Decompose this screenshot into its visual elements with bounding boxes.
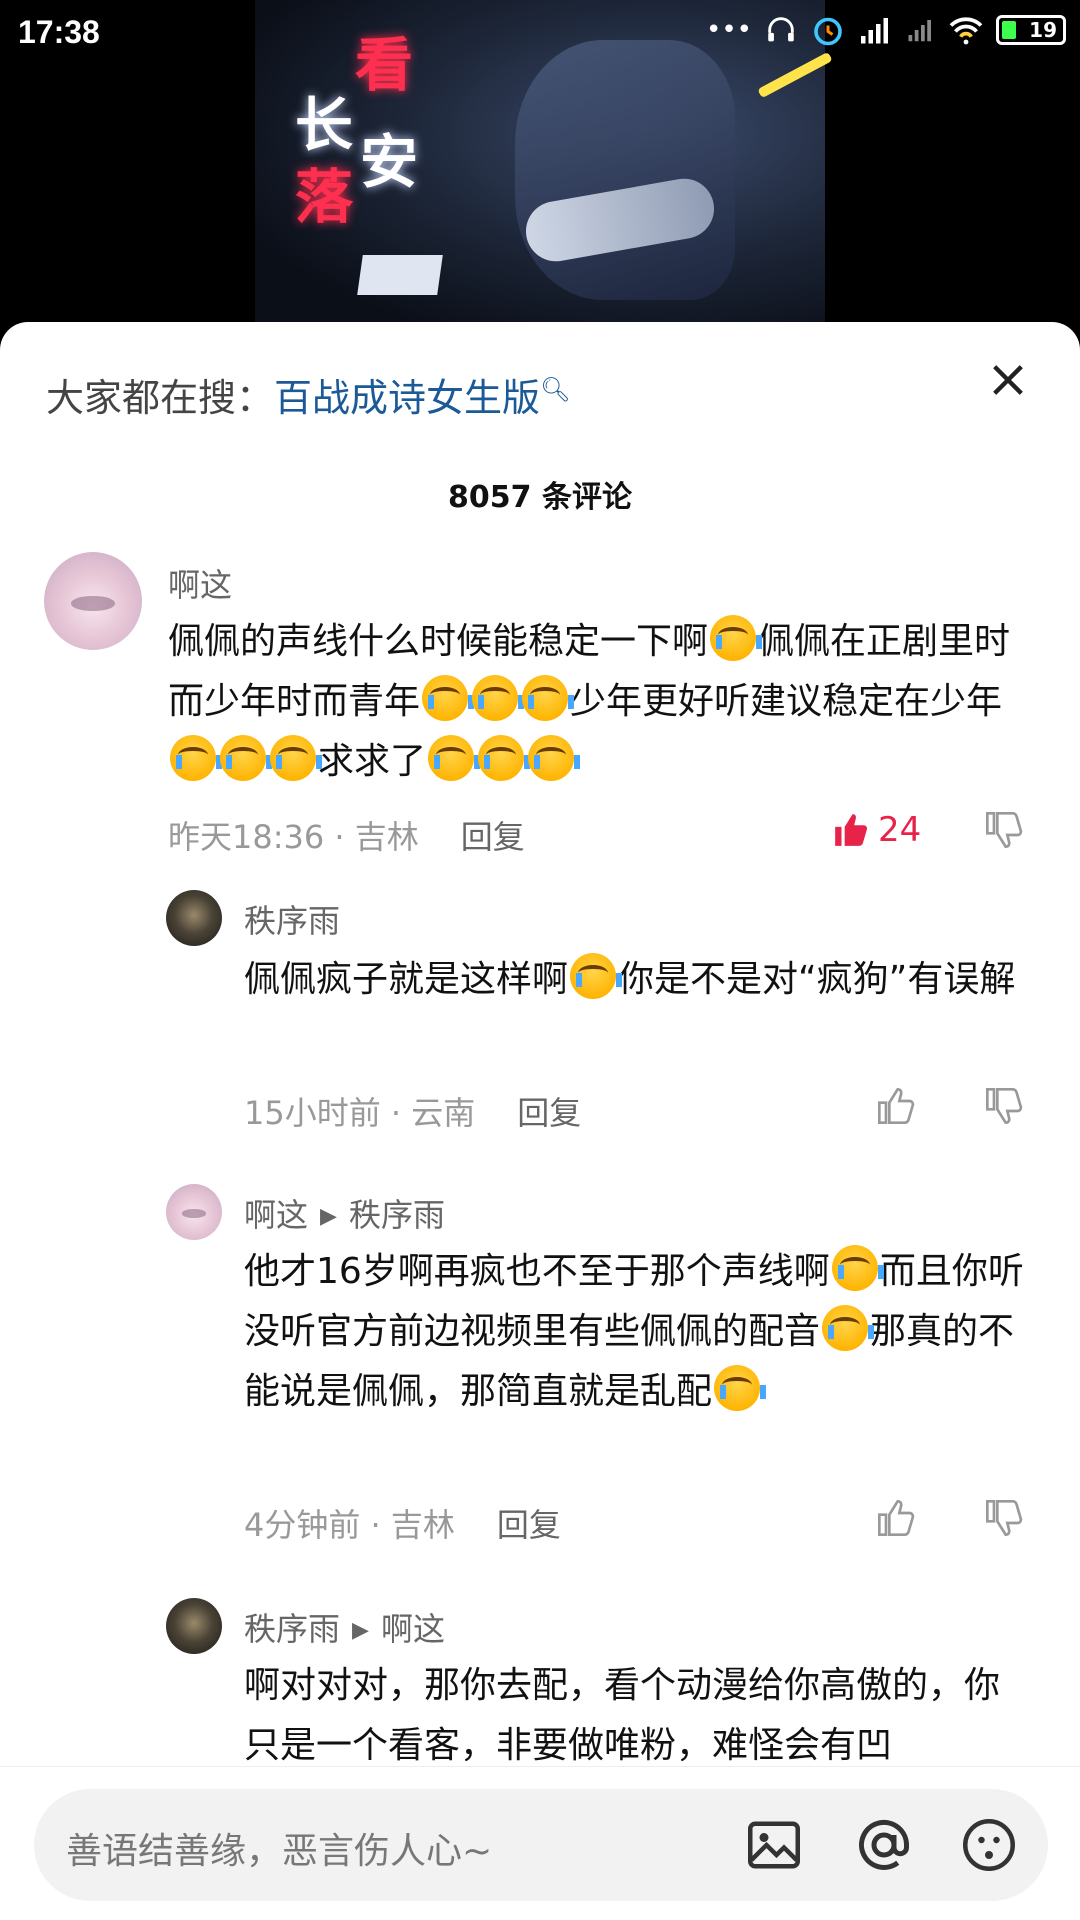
comment-input-bar: 善语结善缘，恶言伤人心~ xyxy=(0,1766,1080,1920)
close-button[interactable] xyxy=(988,360,1028,400)
search-suggestion[interactable]: 大家都在搜：百战成诗女生版🔍︎ xyxy=(46,367,571,422)
smiley-icon xyxy=(963,1819,1015,1871)
dislike-button[interactable] xyxy=(984,1086,1028,1130)
comment-username[interactable]: 秩序雨 xyxy=(244,896,340,942)
thumbs-down-icon xyxy=(986,812,1023,849)
crying-emoji-icon xyxy=(170,735,222,781)
reply-button[interactable]: 回复 xyxy=(517,1094,581,1132)
thumbs-up-filled-icon xyxy=(835,814,868,846)
comment-count: 8057 条评论 xyxy=(448,480,632,515)
like-count: 24 xyxy=(878,810,922,850)
comment-text: 佩佩疯子就是这样啊 你是不是对“疯狗”有误解 xyxy=(244,950,1034,1010)
avatar[interactable] xyxy=(166,890,222,946)
comment-meta: 昨天18:36 · 吉林 回复 xyxy=(168,812,525,858)
comment-text-part: 求求了 xyxy=(318,741,427,782)
reply-arrow-icon: ▶ xyxy=(320,1204,337,1229)
video-title-char-3: 安 xyxy=(360,128,419,196)
battery-level: 19 xyxy=(1029,18,1057,42)
image-button[interactable] xyxy=(744,1815,804,1875)
crying-emoji-icon xyxy=(710,615,763,661)
comment-time-location: 昨天18:36 · 吉林 xyxy=(168,818,419,856)
avatar[interactable] xyxy=(166,1184,222,1240)
search-icon: 🔍︎ xyxy=(540,375,571,404)
signal-no-sim-icon xyxy=(908,20,931,42)
alarm-icon xyxy=(814,17,842,46)
status-time: 17:38 xyxy=(18,14,100,50)
comment-username: 啊这 ▶ 秩序雨 xyxy=(244,1190,445,1236)
video-title-char-4: 落 xyxy=(295,163,354,231)
crying-emoji-icon xyxy=(831,1245,884,1291)
crying-emoji-icon xyxy=(528,735,581,781)
dislike-button[interactable] xyxy=(984,1498,1028,1542)
mention-button[interactable] xyxy=(854,1815,914,1875)
avatar[interactable] xyxy=(166,1598,222,1654)
search-suggestion-keyword[interactable]: 百战成诗女生版 xyxy=(274,376,540,420)
status-bar: 17:38 ••• 19 xyxy=(0,0,1080,64)
image-icon xyxy=(748,1821,800,1869)
comment-text-part: 佩佩的声线什么时候能稳定一下啊 xyxy=(168,621,709,662)
reply-target[interactable]: 秩序雨 xyxy=(349,1196,445,1234)
crying-emoji-icon xyxy=(822,1305,875,1351)
search-suggestion-label: 大家都在搜： xyxy=(46,376,275,420)
comment-text-part: 少年更好听建议稳定在少年 xyxy=(570,681,1003,722)
crying-emoji-icon xyxy=(478,735,531,781)
reply-target[interactable]: 啊这 xyxy=(381,1610,445,1648)
crying-emoji-icon xyxy=(714,1365,767,1411)
comment-username[interactable]: 啊这 xyxy=(168,560,232,606)
laughing-crying-emoji-icon xyxy=(570,953,623,999)
comment-text-part: 佩佩疯子就是这样啊 xyxy=(244,959,569,1000)
like-button[interactable]: 24 xyxy=(832,810,921,850)
more-dots-icon: ••• xyxy=(705,15,752,45)
video-light-block xyxy=(357,255,443,295)
comment-text-part: 他才16岁啊再疯也不至于那个声线啊 xyxy=(244,1251,830,1292)
comment-input[interactable]: 善语结善缘，恶言伤人心~ xyxy=(34,1789,1048,1901)
reply-button[interactable]: 回复 xyxy=(461,818,525,856)
reply-button[interactable]: 回复 xyxy=(497,1506,561,1544)
comment-text-part: 你是不是对“疯狗”有误解 xyxy=(618,959,1016,1000)
emoji-button[interactable] xyxy=(959,1815,1019,1875)
signal-hd-icon xyxy=(861,18,888,44)
headphones-icon xyxy=(768,17,794,42)
video-character xyxy=(515,40,735,300)
comment-input-placeholder: 善语结善缘，恶言伤人心~ xyxy=(66,1831,493,1872)
comment-meta: 4分钟前 · 吉林 回复 xyxy=(244,1500,561,1546)
thumbs-down-icon xyxy=(986,1088,1023,1125)
comment-time-location: 15小时前 · 云南 xyxy=(244,1094,476,1132)
crying-emoji-icon xyxy=(422,675,475,721)
reply-arrow-icon: ▶ xyxy=(352,1618,369,1643)
crying-emoji-icon xyxy=(428,735,481,781)
battery-indicator: 19 xyxy=(996,15,1066,45)
dislike-button[interactable] xyxy=(984,810,1028,854)
crying-emoji-icon xyxy=(270,735,322,781)
comment-sheet: 大家都在搜：百战成诗女生版🔍︎ 8057 条评论 啊这 佩佩的声线什么时候能稳定… xyxy=(0,322,1080,1920)
reply-author[interactable]: 秩序雨 xyxy=(244,1610,340,1648)
comment-text: 他才16岁啊再疯也不至于那个声线啊 而且你听没听官方前边视频里有些佩佩的配音 那真的… xyxy=(244,1242,1034,1422)
crying-emoji-icon xyxy=(522,675,575,721)
status-icons: ••• 19 xyxy=(706,12,1066,48)
reply-author[interactable]: 啊这 xyxy=(244,1196,308,1234)
like-button[interactable] xyxy=(876,1086,920,1130)
thumbs-up-icon xyxy=(878,1087,915,1124)
comment-text: 佩佩的声线什么时候能稳定一下啊 佩佩在正剧里时而少年时而青年 少年更好听建议稳定在少… xyxy=(168,612,1038,792)
like-button[interactable] xyxy=(876,1498,920,1542)
crying-emoji-icon xyxy=(472,675,525,721)
close-icon xyxy=(993,365,1023,395)
comment-username: 秩序雨 ▶ 啊这 xyxy=(244,1604,445,1650)
at-sign-icon xyxy=(859,1819,909,1870)
comment-meta: 15小时前 · 云南 回复 xyxy=(244,1088,581,1134)
wifi-icon xyxy=(949,17,983,45)
crying-emoji-icon xyxy=(220,735,272,781)
comment-time-location: 4分钟前 · 吉林 xyxy=(244,1506,455,1544)
thumbs-up-icon xyxy=(878,1499,915,1536)
avatar[interactable] xyxy=(44,552,142,650)
thumbs-down-icon xyxy=(986,1500,1023,1537)
comment-text: 啊对对对，那你去配，看个动漫给你高傲的，你只是一个看客，非要做唯粉，难怪会有凹 xyxy=(244,1665,1001,1766)
